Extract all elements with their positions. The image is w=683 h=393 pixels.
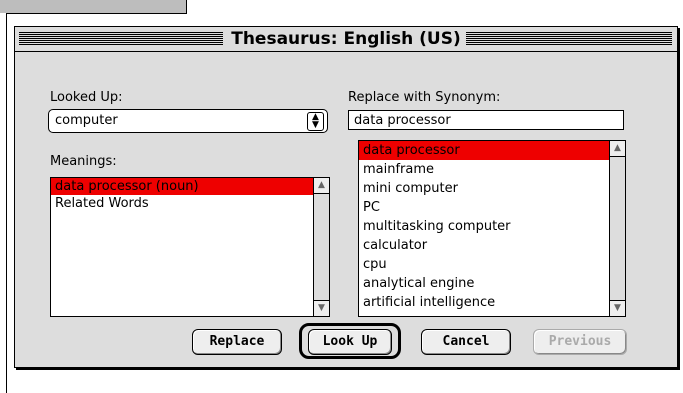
dialog-title: Thesaurus: English (US) <box>223 29 469 49</box>
thesaurus-dialog: Thesaurus: English (US) Looked Up: compu… <box>14 26 678 368</box>
up-down-arrows-icon: ▲ ▼ <box>307 112 324 131</box>
synonym-item[interactable]: multitasking computer <box>359 217 609 236</box>
synonym-input[interactable] <box>348 110 624 130</box>
title-bar[interactable]: Thesaurus: English (US) <box>15 27 677 52</box>
scroll-down-arrow-icon[interactable]: ▼ <box>314 300 329 316</box>
synonym-item[interactable]: mini computer <box>359 179 609 198</box>
scroll-up-arrow-icon[interactable]: ▲ <box>314 178 329 194</box>
title-stripes-left <box>19 32 226 45</box>
meanings-label: Meanings: <box>50 154 117 169</box>
looked-up-popup[interactable]: computer ▲ ▼ <box>48 109 328 133</box>
replace-with-synonym-label: Replace with Synonym: <box>348 90 501 105</box>
previous-button: Previous <box>533 329 627 355</box>
synonyms-scrollbar[interactable]: ▲ ▼ <box>609 141 625 316</box>
synonym-item[interactable]: data processor <box>359 141 609 160</box>
synonym-item[interactable]: cpu <box>359 255 609 274</box>
synonym-item[interactable]: calculator <box>359 236 609 255</box>
title-stripes-right <box>466 32 672 45</box>
scroll-up-arrow-icon[interactable]: ▲ <box>610 141 625 157</box>
replace-button[interactable]: Replace <box>192 329 282 355</box>
looked-up-value: computer <box>55 113 118 128</box>
look-up-button[interactable]: Look Up <box>308 329 392 355</box>
meanings-item[interactable]: Related Words <box>51 195 313 212</box>
default-button-ring: Look Up <box>299 323 401 359</box>
cancel-button[interactable]: Cancel <box>421 329 511 355</box>
synonym-item[interactable]: analytical engine <box>359 274 609 293</box>
looked-up-label: Looked Up: <box>50 90 123 105</box>
synonym-item[interactable]: mainframe <box>359 160 609 179</box>
synonym-item[interactable]: PC <box>359 198 609 217</box>
meanings-scrollbar[interactable]: ▲ ▼ <box>313 178 329 316</box>
scroll-down-arrow-icon[interactable]: ▼ <box>610 300 625 316</box>
background-window-edge <box>0 13 7 393</box>
synonym-item[interactable]: artificial intelligence <box>359 293 609 312</box>
meanings-list[interactable]: data processor (noun) Related Words ▲ ▼ <box>50 177 330 317</box>
meanings-item[interactable]: data processor (noun) <box>51 178 313 195</box>
synonyms-list[interactable]: data processor mainframe mini computer P… <box>358 140 626 317</box>
background-window-tab <box>0 0 187 14</box>
